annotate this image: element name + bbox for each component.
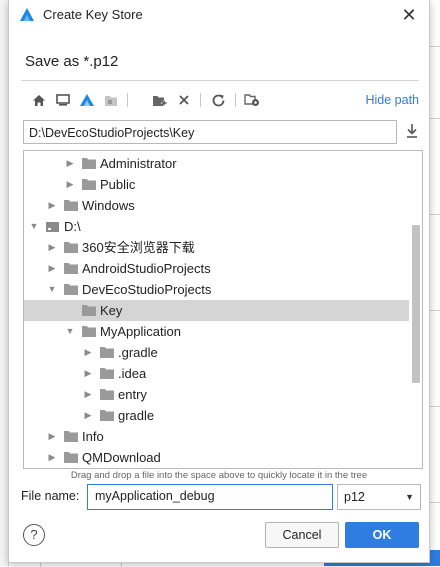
toolbar-separator: [127, 93, 128, 107]
expand-arrow-icon[interactable]: ▶: [46, 426, 58, 447]
background-divider: [429, 118, 440, 119]
folder-icon: [64, 242, 78, 253]
tree-row-360-download[interactable]: ▶ 360安全浏览器下载: [24, 237, 409, 258]
folder-icon: [82, 305, 96, 316]
folder-icon: [64, 452, 78, 463]
tree-row-label: QMDownload: [82, 450, 161, 465]
collapse-arrow-icon[interactable]: ▼: [46, 279, 58, 300]
project-icon[interactable]: [77, 90, 97, 110]
folder-icon: [64, 200, 78, 211]
folder-icon: [82, 158, 96, 169]
tree-row-label: Public: [100, 177, 136, 192]
dialog-subtitle: Save as *.p12: [25, 53, 119, 70]
folder-icon: [64, 284, 78, 295]
dialog-title: Create Key Store: [43, 7, 143, 22]
deveco-app-icon: [20, 8, 34, 21]
tree-row-label: .gradle: [118, 345, 158, 360]
folder-icon: [64, 263, 78, 274]
desktop-icon[interactable]: [53, 90, 73, 110]
expand-arrow-icon[interactable]: ▶: [82, 342, 94, 363]
tree-row-drive-d[interactable]: ▼ D:\: [24, 216, 409, 237]
extension-value: p12: [344, 490, 365, 504]
tree-row-android-studio-projects[interactable]: ▶ AndroidStudioProjects: [24, 258, 409, 279]
folder-icon: [100, 389, 114, 400]
file-name-input[interactable]: myApplication_debug: [87, 484, 333, 510]
tree-row-gradle[interactable]: ▶ gradle: [24, 405, 409, 426]
expand-arrow-icon[interactable]: ▶: [46, 447, 58, 468]
tree-row-label: gradle: [118, 408, 155, 423]
tree-row-label: 360安全浏览器下载: [82, 240, 195, 255]
expand-arrow-icon[interactable]: ▶: [82, 405, 94, 426]
tree-row-gradle-hidden[interactable]: ▶ .gradle: [24, 342, 409, 363]
folder-icon: [100, 347, 114, 358]
background-divider: [429, 214, 440, 215]
tree-row-label: entry: [118, 387, 147, 402]
tree-row-label: Administrator: [100, 156, 177, 171]
tree-row-administrator[interactable]: ▶ Administrator: [24, 153, 409, 174]
folder-icon: [82, 326, 96, 337]
file-name-label: File name:: [21, 489, 80, 503]
cancel-button[interactable]: Cancel: [265, 522, 339, 548]
tree-row-my-application[interactable]: ▼ MyApplication: [24, 321, 409, 342]
tree-row-public[interactable]: ▶ Public: [24, 174, 409, 195]
help-button[interactable]: ?: [23, 524, 45, 546]
background-divider: [429, 310, 440, 311]
extension-select[interactable]: p12 ▼: [337, 484, 421, 510]
expand-arrow-icon[interactable]: ▶: [46, 195, 58, 216]
module-icon[interactable]: [101, 90, 121, 110]
folder-icon: [100, 410, 114, 421]
toolbar-separator: [200, 93, 201, 107]
collapse-arrow-icon[interactable]: ▼: [64, 321, 76, 342]
drive-icon: [46, 222, 59, 232]
new-folder-icon[interactable]: [149, 90, 169, 110]
divider: [21, 80, 419, 81]
file-tree[interactable]: ▶ Administrator ▶ Public ▶ Windows ▼ D:\…: [23, 150, 423, 469]
tree-row-info[interactable]: ▶ Info: [24, 426, 409, 447]
background-divider: [429, 406, 440, 407]
expand-arrow-icon[interactable]: ▶: [82, 384, 94, 405]
tree-row-label: .idea: [118, 366, 147, 381]
tree-row-label: D:\: [64, 219, 81, 234]
expand-arrow-icon[interactable]: ▶: [64, 153, 76, 174]
hide-path-link[interactable]: Hide path: [365, 93, 419, 107]
tree-row-label: AndroidStudioProjects: [82, 261, 211, 276]
tree-row-qmdownload[interactable]: ▶ QMDownload: [24, 447, 409, 468]
tree-row-entry[interactable]: ▶ entry: [24, 384, 409, 405]
show-hidden-icon[interactable]: [242, 90, 262, 110]
tree-row-windows[interactable]: ▶ Windows: [24, 195, 409, 216]
tree-row-deveco-studio-projects[interactable]: ▼ DevEcoStudioProjects: [24, 279, 409, 300]
tree-row-label: DevEcoStudioProjects: [82, 282, 212, 297]
expand-arrow-icon[interactable]: ▶: [46, 258, 58, 279]
tree-row-label: Info: [82, 429, 104, 444]
create-key-store-dialog: Create Key Store ✕ Save as *.p12 Hide pa…: [8, 0, 430, 563]
close-icon[interactable]: ✕: [399, 5, 419, 25]
toolbar-separator: [235, 93, 236, 107]
dialog-titlebar: Create Key Store ✕: [9, 0, 429, 30]
refresh-icon[interactable]: [208, 90, 228, 110]
tree-row-label: Key: [100, 303, 123, 318]
tree-row-label: Windows: [82, 198, 135, 213]
expand-arrow-icon[interactable]: ▶: [82, 363, 94, 384]
expand-arrow-icon[interactable]: ▶: [46, 237, 58, 258]
expand-arrow-icon[interactable]: ▶: [64, 174, 76, 195]
tree-row-key[interactable]: Key: [24, 300, 409, 321]
tree-scrollbar-thumb[interactable]: [412, 225, 420, 383]
tree-row-idea[interactable]: ▶ .idea: [24, 363, 409, 384]
file-chooser-toolbar: Hide path: [21, 88, 421, 112]
delete-icon[interactable]: [174, 90, 194, 110]
background-divider: [429, 502, 440, 503]
background-divider: [429, 46, 440, 47]
folder-icon: [82, 179, 96, 190]
path-field[interactable]: D:\DevEcoStudioProjects\Key: [23, 120, 397, 144]
home-icon[interactable]: [29, 90, 49, 110]
folder-icon: [64, 431, 78, 442]
chevron-down-icon: ▼: [405, 492, 414, 502]
folder-icon: [100, 368, 114, 379]
collapse-arrow-icon[interactable]: ▼: [28, 216, 40, 237]
tree-row-label: MyApplication: [100, 324, 181, 339]
ok-button[interactable]: OK: [345, 522, 419, 548]
download-path-icon[interactable]: [404, 122, 422, 142]
drag-drop-hint: Drag and drop a file into the space abov…: [70, 470, 368, 481]
